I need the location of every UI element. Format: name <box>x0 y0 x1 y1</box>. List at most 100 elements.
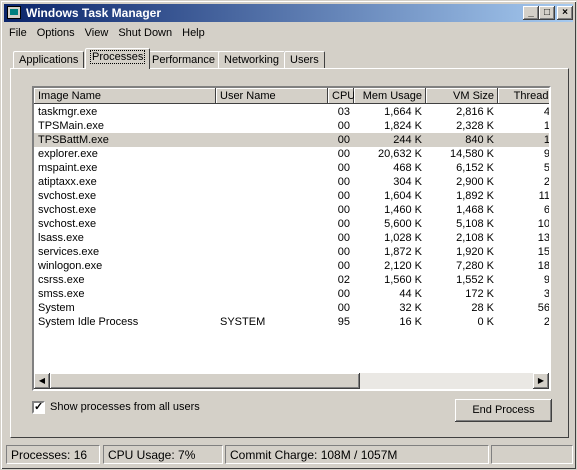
process-row[interactable]: lsass.exe 00 1,028 K 2,108 K 13 <box>34 231 549 245</box>
menu-view[interactable]: View <box>80 24 114 42</box>
process-threads: 1 <box>543 120 550 132</box>
process-cpu: 00 <box>337 218 350 230</box>
task-manager-app-icon[interactable] <box>7 6 21 19</box>
process-row[interactable]: smss.exe 00 44 K 172 K 3 <box>34 287 549 301</box>
column-headers: Image Name User Name CPU Mem Usage VM Si… <box>34 88 549 105</box>
window-title: Windows Task Manager <box>26 6 162 20</box>
process-cpu: 00 <box>337 246 350 258</box>
process-vm-size: 14,580 K <box>449 148 494 160</box>
tab-performance[interactable]: Performance <box>146 51 221 68</box>
close-button[interactable]: × <box>557 6 573 20</box>
process-row[interactable]: taskmgr.exe 03 1,664 K 2,816 K 4 <box>34 105 549 119</box>
process-cpu: 00 <box>337 190 350 202</box>
process-row[interactable]: System Idle Process SYSTEM 95 16 K 0 K 2 <box>34 315 550 329</box>
tab-users[interactable]: Users <box>284 51 325 68</box>
tab-strip: Applications Processes Performance Netwo… <box>13 47 573 69</box>
process-name: taskmgr.exe <box>38 106 98 118</box>
header-threads[interactable]: Threads <box>498 88 549 104</box>
status-cpu-usage: CPU Usage: 7% <box>103 445 223 464</box>
process-cpu: 00 <box>337 204 350 216</box>
process-mem-usage: 16 K <box>399 316 422 328</box>
process-user <box>220 189 324 203</box>
scrollbar-thumb[interactable] <box>50 373 360 389</box>
process-row[interactable]: mspaint.exe 00 468 K 6,152 K 5 <box>34 161 550 175</box>
process-user <box>220 273 324 287</box>
tab-processes[interactable]: Processes <box>85 48 151 69</box>
status-processes: Processes: 16 <box>6 445 100 464</box>
process-threads: 2 <box>543 176 550 188</box>
header-image-name[interactable]: Image Name <box>34 88 216 104</box>
process-row[interactable]: csrss.exe 02 1,560 K 1,552 K 9 <box>34 273 550 287</box>
menu-file[interactable]: File <box>4 24 32 42</box>
process-threads: 9 <box>543 148 550 160</box>
minimize-button[interactable]: _ <box>523 6 539 20</box>
menu-options[interactable]: Options <box>32 24 80 42</box>
process-threads: 5 <box>543 162 550 174</box>
tab-label: Performance <box>152 54 215 66</box>
scroll-left-button[interactable]: ◀ <box>34 373 50 389</box>
process-row[interactable]: svchost.exe 00 1,460 K 1,468 K 6 <box>34 203 550 217</box>
process-name: services.exe <box>38 246 100 258</box>
process-name: svchost.exe <box>38 218 97 230</box>
process-vm-size: 6,152 K <box>456 162 494 174</box>
show-all-processes-checkbox[interactable]: ✓ <box>32 401 45 414</box>
process-row[interactable]: services.exe 00 1,872 K 1,920 K 15 <box>34 245 549 259</box>
process-cpu: 00 <box>337 120 350 132</box>
process-row[interactable]: TPSBattM.exe 00 244 K 840 K 1 <box>34 133 549 147</box>
process-name: svchost.exe <box>38 190 97 202</box>
process-vm-size: 2,328 K <box>456 120 494 132</box>
header-user-name[interactable]: User Name <box>216 88 328 104</box>
menu-bar: File Options View Shut Down Help <box>4 24 573 42</box>
process-user <box>220 105 324 119</box>
process-vm-size: 2,816 K <box>456 106 494 118</box>
end-process-button[interactable]: End Process <box>455 399 552 422</box>
title-bar[interactable]: Windows Task Manager _ □ × <box>4 4 573 22</box>
process-name: lsass.exe <box>38 232 84 244</box>
process-row[interactable]: TPSMain.exe 00 1,824 K 2,328 K 1 <box>34 119 550 133</box>
header-mem-usage[interactable]: Mem Usage <box>354 88 426 104</box>
process-threads: 6 <box>543 204 550 216</box>
tab-networking[interactable]: Networking <box>218 51 286 68</box>
process-name: csrss.exe <box>38 274 85 286</box>
process-threads: 2 <box>543 316 550 328</box>
process-vm-size: 1,920 K <box>456 246 494 258</box>
process-vm-size: 5,108 K <box>456 218 494 230</box>
process-user <box>220 175 324 189</box>
process-row[interactable]: atiptaxx.exe 00 304 K 2,900 K 2 <box>34 175 550 189</box>
process-row[interactable]: System 00 32 K 28 K 56 <box>34 301 549 315</box>
process-mem-usage: 468 K <box>393 162 422 174</box>
horizontal-scrollbar[interactable]: ◀ ▶ <box>34 373 549 389</box>
tab-label: Users <box>290 54 319 66</box>
maximize-button[interactable]: □ <box>539 6 555 20</box>
menu-help[interactable]: Help <box>177 24 210 42</box>
process-vm-size: 840 K <box>465 134 494 146</box>
process-threads: 18 <box>537 260 550 272</box>
process-cpu: 00 <box>337 302 350 314</box>
process-vm-size: 7,280 K <box>456 260 494 272</box>
menu-shut-down[interactable]: Shut Down <box>113 24 177 42</box>
process-row[interactable]: winlogon.exe 00 2,120 K 7,280 K 18 <box>34 259 550 273</box>
show-all-processes-label[interactable]: Show processes from all users <box>50 401 200 414</box>
process-vm-size: 1,892 K <box>456 190 494 202</box>
process-vm-size: 28 K <box>471 302 494 314</box>
process-threads: 9 <box>543 274 550 286</box>
process-row[interactable]: svchost.exe 00 5,600 K 5,108 K 10 <box>34 217 549 231</box>
header-cpu[interactable]: CPU <box>328 88 354 104</box>
process-row[interactable]: explorer.exe 00 20,632 K 14,580 K 9 <box>34 147 550 161</box>
process-cpu: 00 <box>337 288 350 300</box>
scroll-right-button[interactable]: ▶ <box>533 373 549 389</box>
process-name: smss.exe <box>38 288 85 300</box>
header-vm-size[interactable]: VM Size <box>426 88 498 104</box>
status-commit-charge: Commit Charge: 108M / 1057M <box>225 445 489 464</box>
process-vm-size: 1,468 K <box>456 204 494 216</box>
process-user <box>220 133 324 147</box>
process-cpu: 00 <box>337 148 350 160</box>
tab-applications[interactable]: Applications <box>13 51 85 68</box>
process-row[interactable]: svchost.exe 00 1,604 K 1,892 K 11 <box>34 189 549 203</box>
process-mem-usage: 244 K <box>393 134 422 146</box>
process-name: mspaint.exe <box>38 162 98 174</box>
process-list[interactable]: Image Name User Name CPU Mem Usage VM Si… <box>32 86 551 391</box>
process-vm-size: 0 K <box>477 316 494 328</box>
process-mem-usage: 1,872 K <box>384 246 422 258</box>
tab-label: Processes <box>89 50 146 64</box>
